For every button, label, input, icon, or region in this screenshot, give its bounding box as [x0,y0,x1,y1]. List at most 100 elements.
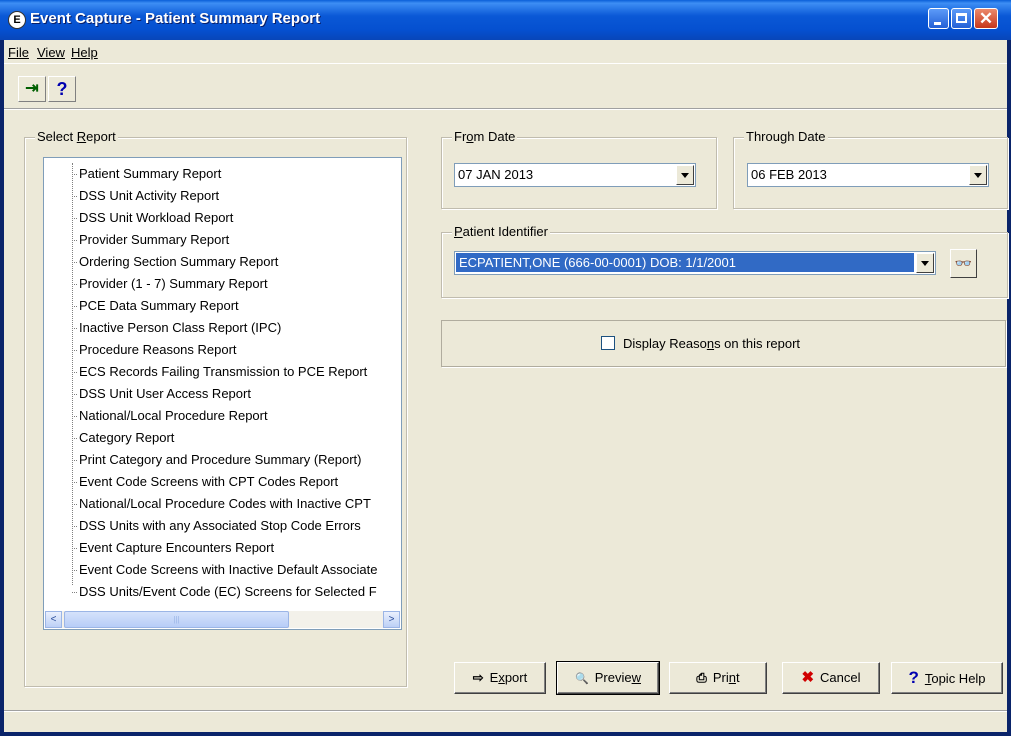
cancel-x-icon: ✖ [801,669,815,686]
tree-horizontal-scrollbar[interactable]: < ||| > [45,611,400,628]
report-tree-item[interactable]: Event Code Screens with CPT Codes Report [44,471,401,493]
through-date-dropdown-icon[interactable] [969,165,987,185]
select-report-label-post: eport [86,129,116,144]
scroll-grip-icon: ||| [173,615,180,624]
report-tree-item[interactable]: ECS Records Failing Transmission to PCE … [44,361,401,383]
report-tree-item[interactable]: PCE Data Summary Report [44,295,401,317]
through-date-label-post: h Date [787,129,826,144]
report-tree-item[interactable]: Provider (1 - 7) Summary Report [44,273,401,295]
close-button[interactable]: ✕ [974,8,998,29]
patient-identifier-label-post: atient Identifier [462,224,548,239]
scroll-left-icon: < [50,614,57,625]
through-date-label-pre: Throu [746,129,780,144]
report-tree-item[interactable]: Inactive Person Class Report (IPC) [44,317,401,339]
report-tree-item[interactable]: National/Local Procedure Report [44,405,401,427]
through-date-combo[interactable]: 06 FEB 2013 [747,163,989,187]
exit-button[interactable]: ⇥ [18,76,46,102]
report-tree-item[interactable]: DSS Units/Event Code (EC) Screens for Se… [44,581,401,603]
report-tree-item[interactable]: Event Code Screens with Inactive Default… [44,559,401,581]
display-reasons-row[interactable]: Display Reasons on this report [601,336,800,351]
window-title: Event Capture - Patient Summary Report [30,10,321,27]
export-button[interactable]: ⇨ Export [454,662,546,694]
report-tree-item[interactable]: Procedure Reasons Report [44,339,401,361]
report-tree-item[interactable]: Provider Summary Report [44,229,401,251]
help-button[interactable]: ? [48,76,76,102]
report-tree-item[interactable]: DSS Unit Workload Report [44,207,401,229]
select-report-label-accel: R [76,129,87,144]
select-report-label: Select Report [35,129,118,144]
menu-help[interactable]: Help [71,45,98,60]
binoculars-icon: 👓 [954,255,973,271]
menu-help-label: Help [71,45,98,60]
scroll-right-button[interactable]: > [383,611,400,628]
patient-identifier-label: Patient Identifier [452,224,550,239]
report-tree-item[interactable]: Ordering Section Summary Report [44,251,401,273]
title-bar[interactable]: E Event Capture - Patient Summary Report… [0,0,1011,40]
cancel-label: Cancel [820,670,861,685]
exit-door-icon: ⇥ [25,80,39,97]
app-icon: E [8,11,26,29]
export-label-post: port [504,670,528,685]
patient-identifier-label-accel: P [454,224,463,239]
topic-help-label-post: opic Help [931,671,986,686]
help-question-icon: ? [56,79,68,99]
menu-file[interactable]: File [8,45,29,60]
report-tree-item[interactable]: Event Capture Encounters Report [44,537,401,559]
report-tree[interactable]: Patient Summary Report DSS Unit Activity … [43,157,402,630]
preview-button[interactable]: 🔍 Preview [556,661,660,695]
report-tree-item[interactable]: DSS Unit Activity Report [44,185,401,207]
scroll-left-button[interactable]: < [45,611,62,628]
print-label-pre: Pri [712,670,729,685]
from-date-label-accel: o [466,129,474,144]
cancel-button[interactable]: ✖ Cancel [782,662,880,694]
menu-view[interactable]: View [37,45,65,60]
display-reasons-label-accel: n [706,336,715,351]
from-date-label-pre: Fr [454,129,467,144]
maximize-button[interactable] [951,8,972,29]
from-date-value: 07 JAN 2013 [458,167,534,182]
patient-identifier-value: ECPATIENT,ONE (666-00-0001) DOB: 1/1/200… [456,253,914,272]
from-date-label: From Date [452,129,518,144]
toolbar-divider [4,108,1007,110]
toolbar: ⇥ ? [4,63,1007,102]
report-tree-item[interactable]: Print Category and Procedure Summary (Re… [44,449,401,471]
preview-icon: 🔍 [575,673,589,685]
client-area: File View Help ⇥ ? Select Report Patient… [4,40,1008,732]
report-tree-item[interactable]: DSS Units with any Associated Stop Code … [44,515,401,537]
patient-identifier-dropdown-icon[interactable] [916,253,934,273]
find-patient-button[interactable]: 👓 [950,249,977,278]
patient-identifier-combo[interactable]: ECPATIENT,ONE (666-00-0001) DOB: 1/1/200… [454,251,936,275]
scroll-thumb[interactable]: ||| [64,611,289,628]
report-tree-list: Patient Summary Report DSS Unit Activity … [44,163,401,603]
display-reasons-label-pre: Display Reaso [623,336,707,351]
topic-help-button[interactable]: ? Topic Help [891,662,1003,694]
print-label-accel: n [728,670,736,685]
print-label-post: t [735,670,740,685]
status-bar [4,710,1007,732]
preview-label-accel: w [631,670,641,685]
app-window: E Event Capture - Patient Summary Report… [0,0,1011,736]
through-date-value: 06 FEB 2013 [751,167,827,182]
preview-label-pre: Previe [594,670,632,685]
report-tree-item[interactable]: National/Local Procedure Codes with Inac… [44,493,401,515]
report-tree-item[interactable]: Patient Summary Report [44,163,401,185]
from-date-label-post: m Date [473,129,516,144]
printer-icon: ⎙ [696,670,707,685]
select-report-label-pre: Select [37,129,77,144]
menu-bar: File View Help [4,40,1007,62]
export-icon: ⇨ [472,670,484,685]
through-date-label: Through Date [744,129,828,144]
from-date-combo[interactable]: 07 JAN 2013 [454,163,696,187]
menu-view-label: View [37,45,65,60]
display-reasons-checkbox[interactable] [601,336,615,350]
report-tree-item[interactable]: Category Report [44,427,401,449]
report-tree-item[interactable]: DSS Unit User Access Report [44,383,401,405]
scroll-right-icon: > [388,614,395,625]
menu-file-label: File [8,45,29,60]
from-date-dropdown-icon[interactable] [676,165,694,185]
display-reasons-label-post: s on this report [714,336,801,351]
close-icon: ✕ [978,9,994,28]
minimize-button[interactable] [928,8,949,29]
print-button[interactable]: ⎙ Print [669,662,767,694]
help-question-icon: ? [908,668,919,687]
